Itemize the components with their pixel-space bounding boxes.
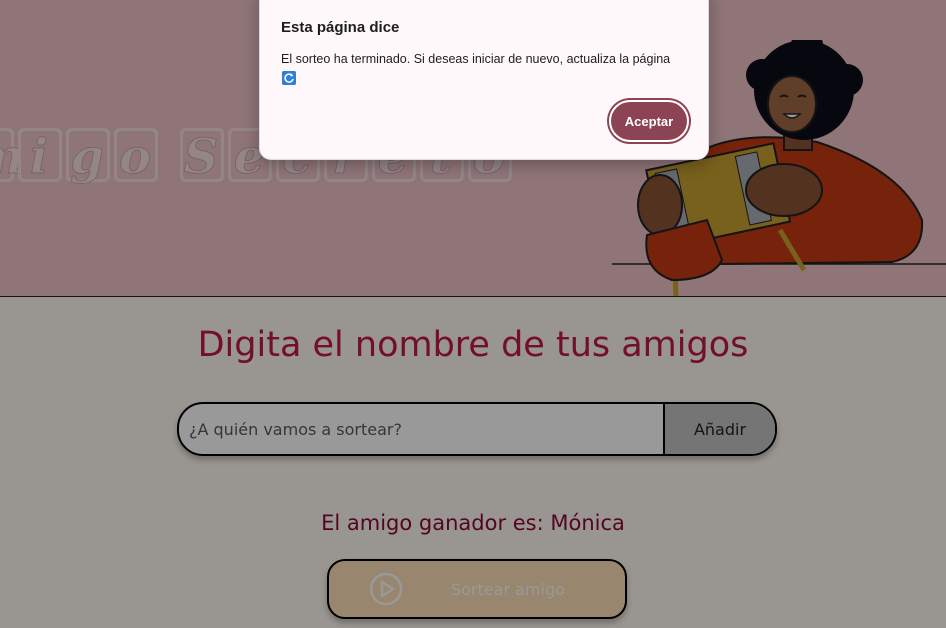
accept-button[interactable]: Aceptar [609,100,689,142]
dialog-message: El sorteo ha terminado. Si deseas inicia… [281,52,671,66]
dialog-title: Esta página dice [281,19,400,36]
alert-dialog: Esta página dice El sorteo ha terminado.… [259,0,709,160]
refresh-emoji-icon [282,71,296,85]
